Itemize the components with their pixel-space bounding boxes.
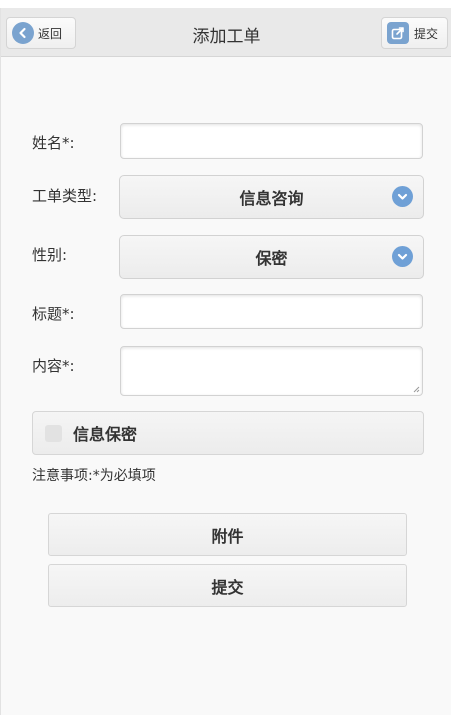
- resize-handle-icon[interactable]: [413, 386, 420, 393]
- gender-label: 性别:: [32, 246, 68, 264]
- header-submit-label: 提交: [414, 26, 439, 41]
- share-icon: [387, 22, 409, 44]
- confidential-checkbox-row[interactable]: 信息保密: [32, 411, 424, 455]
- title-label: 标题*:: [32, 305, 75, 323]
- ticket-type-value: 信息咨询: [239, 189, 304, 208]
- attachment-button-label: 附件: [211, 526, 244, 546]
- title-input[interactable]: [120, 294, 423, 329]
- chevron-down-icon: [392, 246, 413, 267]
- header-submit-button[interactable]: 提交: [381, 17, 448, 49]
- attachment-button[interactable]: 附件: [48, 513, 407, 556]
- gender-select[interactable]: 保密: [119, 235, 424, 279]
- content-textarea[interactable]: [120, 346, 423, 396]
- gender-value: 保密: [255, 249, 288, 268]
- ticket-type-select[interactable]: 信息咨询: [119, 175, 424, 219]
- content-label: 内容*:: [32, 357, 75, 375]
- confidential-checkbox[interactable]: [45, 424, 62, 442]
- name-input[interactable]: [120, 123, 423, 159]
- confidential-label: 信息保密: [73, 425, 138, 444]
- required-note: 注意事项:*为必填项: [32, 468, 156, 484]
- ticket-type-label: 工单类型:: [32, 187, 98, 205]
- submit-button[interactable]: 提交: [48, 564, 407, 607]
- name-label: 姓名*:: [32, 134, 75, 152]
- submit-button-label: 提交: [211, 577, 244, 597]
- header-bar: 返回 添加工单 提交: [1, 8, 451, 57]
- chevron-down-icon: [392, 186, 413, 207]
- page: 返回 添加工单 提交 姓名*: 工单类型: 信息咨询 性别: 保密 标题*: 内…: [0, 8, 451, 715]
